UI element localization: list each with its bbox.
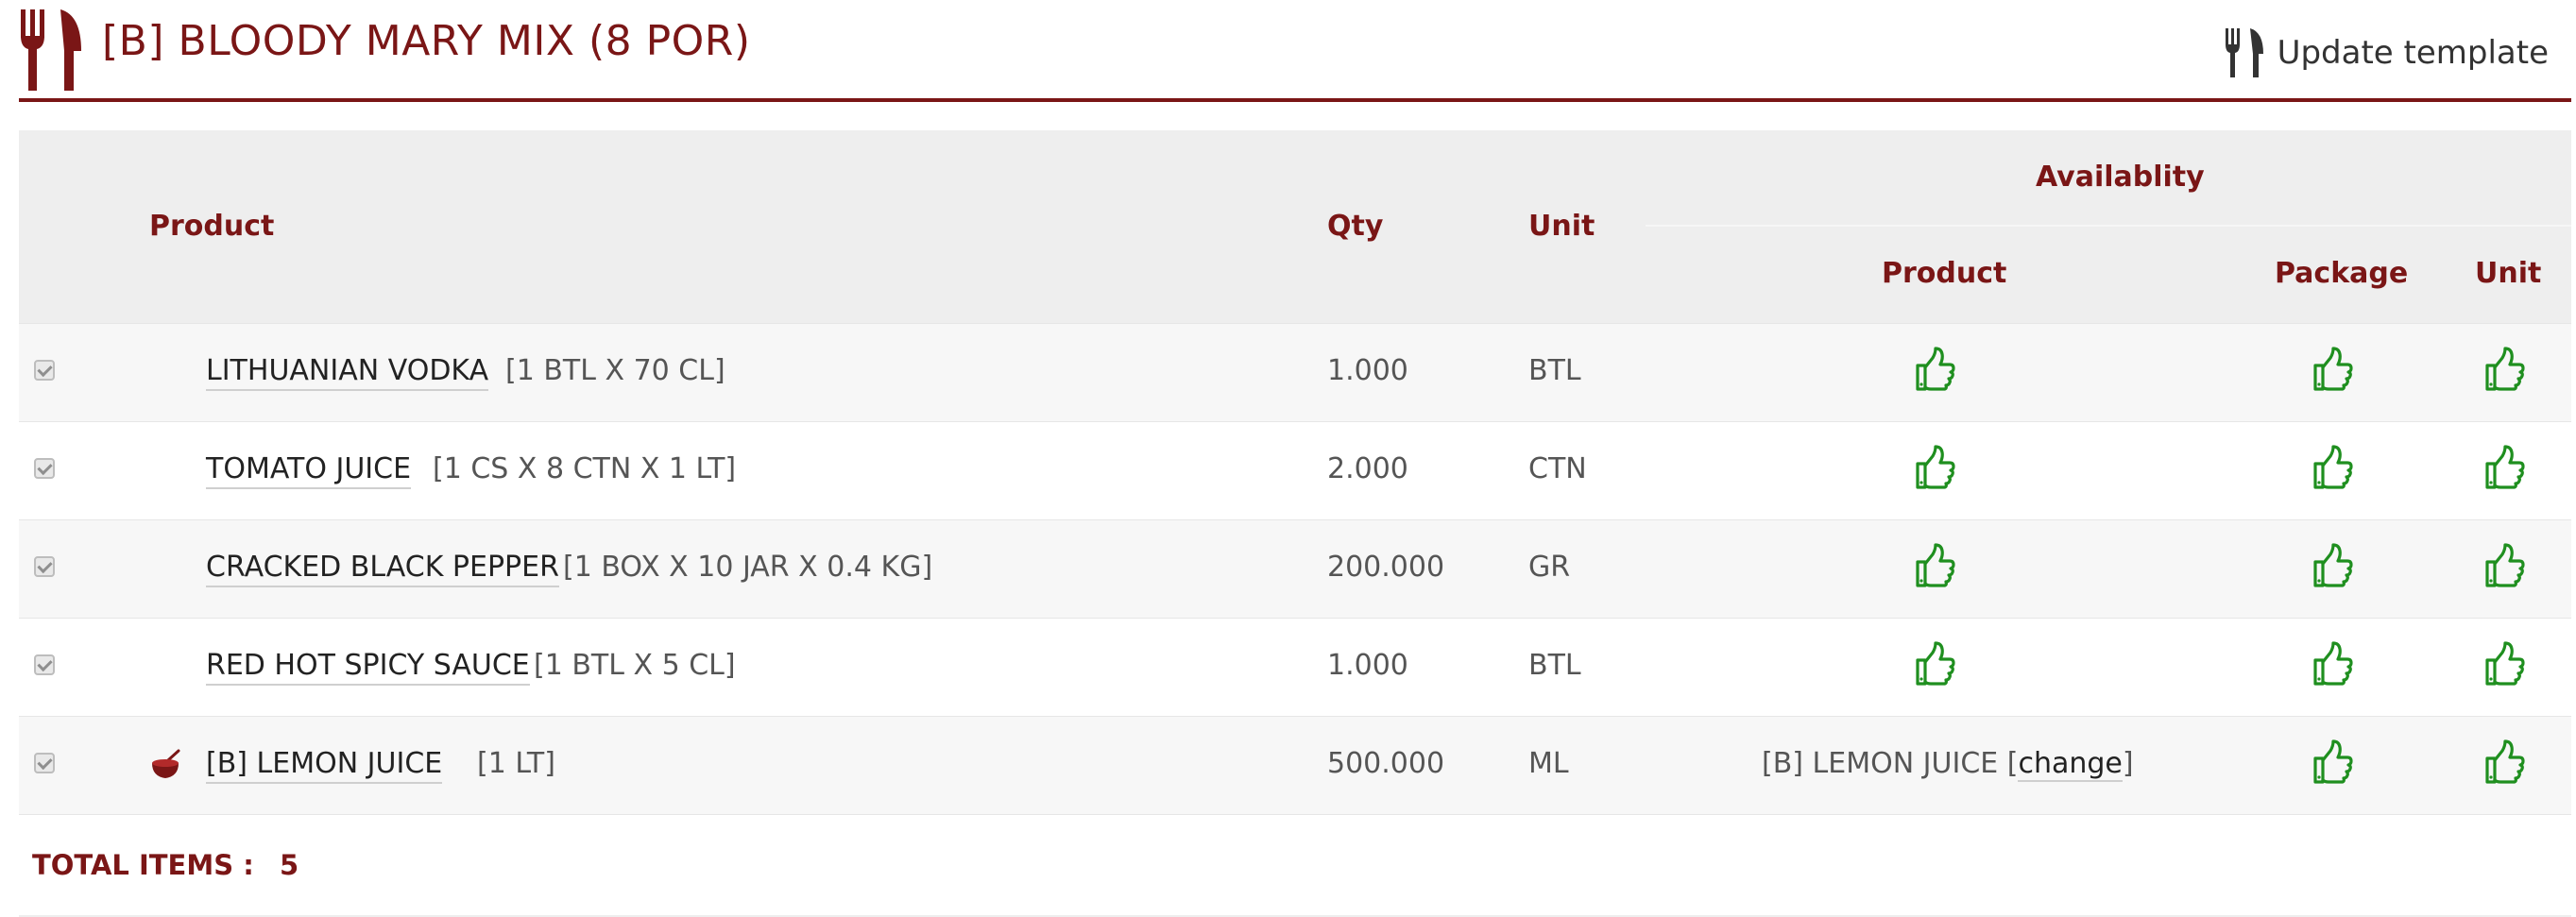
col-avail-package[interactable]: Package [2275,257,2408,290]
col-availability: Availablity [2036,161,2205,194]
qty-value: 200.000 [1327,551,1445,584]
thumbs-up-icon [2313,347,2353,391]
product-pack-size: [1 CS X 8 CTN X 1 LT] [433,452,737,485]
thumbs-up-icon [1916,445,1955,489]
thumbs-up-icon [2313,641,2353,686]
thumbs-up-icon [2313,543,2353,587]
thumbs-up-icon [2485,347,2525,391]
unit-value: ML [1528,747,1569,780]
page-header: [B] BLOODY MARY MIX (8 POR) Update templ… [19,0,2571,102]
total-items-value: 5 [280,849,299,881]
availability-product-text: [B] LEMON JUICE [change] [1762,747,2134,782]
product-link[interactable]: [B] LEMON JUICE [206,747,443,784]
product-link[interactable]: LITHUANIAN VODKA [206,354,489,391]
update-template-button[interactable]: Update template [2225,28,2549,77]
thumbs-up-icon [2485,445,2525,489]
table-header: Product Qty Unit Availablity Product Pac… [19,130,2571,323]
product-pack-size: [1 LT] [477,747,555,780]
row-checkbox[interactable] [34,458,55,479]
qty-value: 1.000 [1327,649,1408,682]
product-pack-size: [1 BOX X 10 JAR X 0.4 KG] [563,551,933,584]
thumbs-up-icon [2485,739,2525,784]
qty-value: 2.000 [1327,452,1408,485]
row-checkbox[interactable] [34,360,55,381]
table-row: [B] LEMON JUICE [1 LT] 500.000 ML [B] LE… [19,716,2571,814]
product-pack-size: [1 BTL X 5 CL] [534,649,736,682]
thumbs-up-icon [2313,739,2353,784]
availability-bracket: ] [2122,747,2134,780]
total-items-label: TOTAL ITEMS : [32,849,254,881]
col-qty[interactable]: Qty [1327,210,1383,243]
row-checkbox[interactable] [34,753,55,773]
bowl-icon [152,749,180,778]
thumbs-up-icon [2485,543,2525,587]
thumbs-up-icon [1916,641,1955,686]
thumbs-up-icon [2313,445,2353,489]
row-checkbox[interactable] [34,654,55,675]
utensils-icon [21,9,81,91]
total-row: TOTAL ITEMS : 5 [19,814,2571,917]
table-row: TOMATO JUICE [1 CS X 8 CTN X 1 LT] 2.000… [19,421,2571,519]
unit-value: BTL [1528,354,1581,387]
col-avail-product[interactable]: Product [1882,257,2006,290]
recipe-table: Product Qty Unit Availablity Product Pac… [19,130,2571,917]
qty-value: 500.000 [1327,747,1445,780]
header-divider [19,98,2571,102]
table-row: LITHUANIAN VODKA [1 BTL X 70 CL] 1.000 B… [19,323,2571,421]
change-link[interactable]: change [2018,747,2123,782]
row-checkbox[interactable] [34,556,55,577]
product-link[interactable]: CRACKED BLACK PEPPER [206,551,559,587]
unit-value: GR [1528,551,1571,584]
header-divider [1646,225,2571,227]
col-product[interactable]: Product [149,210,274,243]
qty-value: 1.000 [1327,354,1408,387]
thumbs-up-icon [1916,543,1955,587]
page-title: [B] BLOODY MARY MIX (8 POR) [102,17,751,65]
availability-product-name: [B] LEMON JUICE [ [1762,747,2019,780]
table-row: CRACKED BLACK PEPPER [1 BOX X 10 JAR X 0… [19,519,2571,618]
thumbs-up-icon [1916,347,1955,391]
col-avail-unit[interactable]: Unit [2475,257,2541,290]
thumbs-up-icon [2485,641,2525,686]
update-template-label: Update template [2277,34,2549,72]
product-link[interactable]: TOMATO JUICE [206,452,412,489]
unit-value: CTN [1528,452,1587,485]
unit-value: BTL [1528,649,1581,682]
product-pack-size: [1 BTL X 70 CL] [505,354,725,387]
product-link[interactable]: RED HOT SPICY SAUCE [206,649,530,686]
col-unit[interactable]: Unit [1528,210,1595,243]
utensils-icon [2225,28,2263,77]
table-row: RED HOT SPICY SAUCE [1 BTL X 5 CL] 1.000… [19,618,2571,716]
